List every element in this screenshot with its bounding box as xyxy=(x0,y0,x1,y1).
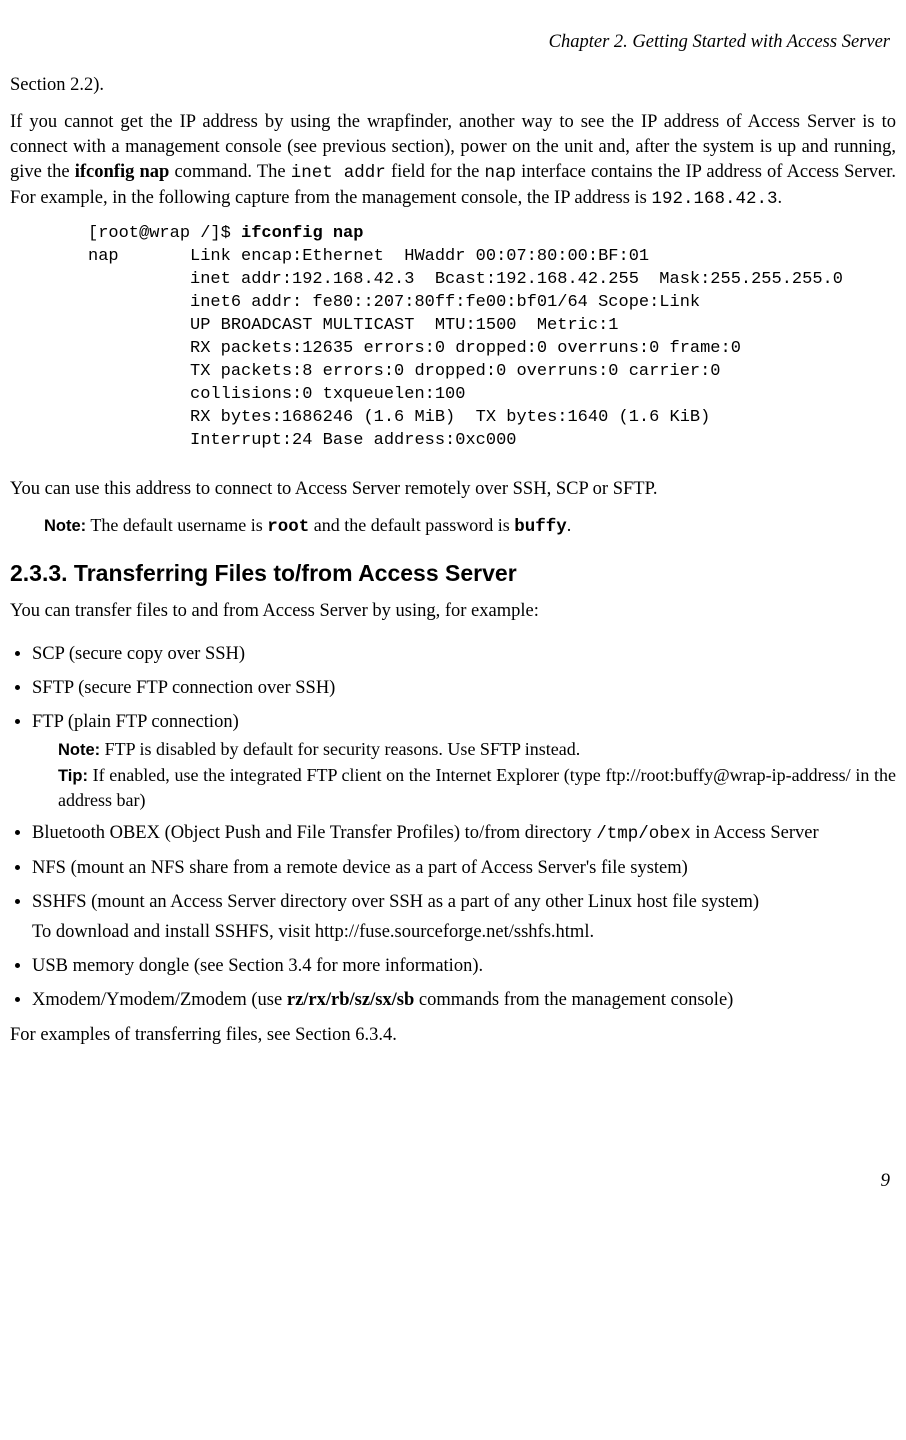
list-item: SCP (secure copy over SSH) xyxy=(32,642,896,667)
list-item: FTP (plain FTP connection) Note: FTP is … xyxy=(32,710,896,812)
note-credentials: Note: The default username is root and t… xyxy=(44,513,896,540)
text: and the default password is xyxy=(309,515,514,535)
transfer-methods-list: SCP (secure copy over SSH) SFTP (secure … xyxy=(10,642,896,1013)
text: If enabled, use the integrated FTP clien… xyxy=(58,765,896,809)
note-label: Note: xyxy=(58,741,100,759)
inline-code: 192.168.42.3 xyxy=(652,189,778,209)
prompt: [root@wrap /]$ xyxy=(88,224,241,243)
text: command. The xyxy=(169,162,290,182)
command-bold: ifconfig nap xyxy=(75,162,170,182)
list-item: NFS (mount an NFS share from a remote de… xyxy=(32,856,896,881)
text: FTP is disabled by default for security … xyxy=(100,739,580,759)
paragraph-continuation: Section 2.2). xyxy=(10,73,896,98)
inline-code: nap xyxy=(484,163,516,183)
page-header: Chapter 2. Getting Started with Access S… xyxy=(10,30,896,55)
inline-code-bold: buffy xyxy=(514,517,567,537)
inline-code-bold: root xyxy=(267,517,309,537)
text: Xmodem/Ymodem/Zmodem (use xyxy=(32,990,287,1010)
list-item: SSHFS (mount an Access Server directory … xyxy=(32,890,896,946)
paragraph-connect: You can use this address to connect to A… xyxy=(10,477,896,502)
text: commands from the management console) xyxy=(414,990,733,1010)
paragraph-examples-ref: For examples of transferring files, see … xyxy=(10,1023,896,1048)
list-item: USB memory dongle (see Section 3.4 for m… xyxy=(32,954,896,979)
paragraph-transfer-intro: You can transfer files to and from Acces… xyxy=(10,599,896,624)
text: . xyxy=(567,515,572,535)
tip-label: Tip: xyxy=(58,767,88,785)
text: field for the xyxy=(386,162,485,182)
sshfs-download: To download and install SSHFS, visit htt… xyxy=(32,920,896,945)
subnote: Note: FTP is disabled by default for sec… xyxy=(58,737,896,761)
section-heading: 2.3.3. Transferring Files to/from Access… xyxy=(10,558,896,589)
terminal-output: [root@wrap /]$ ifconfig nap nap Link enc… xyxy=(88,223,896,452)
command: ifconfig nap xyxy=(241,224,363,243)
page-number: 9 xyxy=(10,1168,896,1194)
text: FTP (plain FTP connection) xyxy=(32,712,239,732)
inline-code: /tmp/obex xyxy=(596,824,691,844)
subtip: Tip: If enabled, use the integrated FTP … xyxy=(58,763,896,812)
list-item: Xmodem/Ymodem/Zmodem (use rz/rx/rb/sz/sx… xyxy=(32,988,896,1013)
list-item: Bluetooth OBEX (Object Push and File Tra… xyxy=(32,821,896,847)
command-bold: rz/rx/rb/sz/sx/sb xyxy=(287,990,414,1010)
paragraph-ipaddress: If you cannot get the IP address by usin… xyxy=(10,110,896,211)
list-item: SFTP (secure FTP connection over SSH) xyxy=(32,676,896,701)
text: Bluetooth OBEX (Object Push and File Tra… xyxy=(32,823,596,843)
text: in Access Server xyxy=(691,823,819,843)
inline-code: inet addr xyxy=(291,163,386,183)
note-label: Note: xyxy=(44,517,86,535)
text: . xyxy=(778,188,783,208)
text: SSHFS (mount an Access Server directory … xyxy=(32,892,759,912)
text: The default username is xyxy=(86,515,267,535)
output-body: nap Link encap:Ethernet HWaddr 00:07:80:… xyxy=(88,247,843,450)
